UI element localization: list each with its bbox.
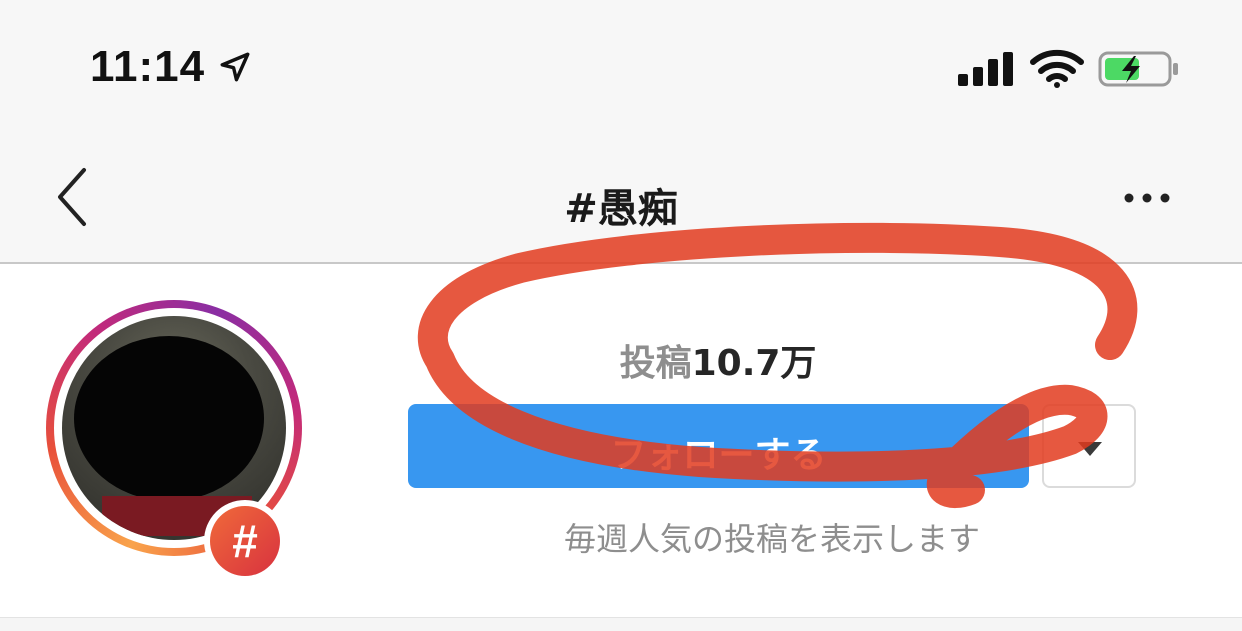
hashtag-badge: #	[204, 500, 286, 582]
follow-button-label: フォローする	[610, 435, 827, 476]
hashtag-title: #愚痴	[564, 186, 678, 232]
follow-button[interactable]: フォローする	[408, 404, 1029, 488]
wifi-icon	[1030, 49, 1084, 88]
posts-count: 投稿10.7万	[408, 334, 1028, 386]
section-divider	[0, 617, 1242, 631]
posts-number: 10.7万	[691, 343, 817, 384]
follow-dropdown-button[interactable]	[1042, 404, 1136, 488]
hashtag-badge-icon: #	[210, 506, 280, 576]
caret-down-icon	[1078, 442, 1102, 456]
redaction-blot	[74, 336, 264, 501]
location-arrow-icon	[220, 52, 250, 82]
status-time: 11:14	[90, 42, 206, 91]
more-dots-icon[interactable]	[1122, 188, 1172, 208]
weekly-top-posts-note: 毎週人気の投稿を表示します	[563, 520, 980, 558]
nav-bar: #愚痴	[0, 140, 1242, 264]
battery-charging-icon	[1098, 51, 1178, 87]
posts-label: 投稿	[619, 343, 692, 384]
cellular-signal-icon	[958, 52, 1013, 86]
status-bar: 11:14	[0, 0, 1242, 140]
